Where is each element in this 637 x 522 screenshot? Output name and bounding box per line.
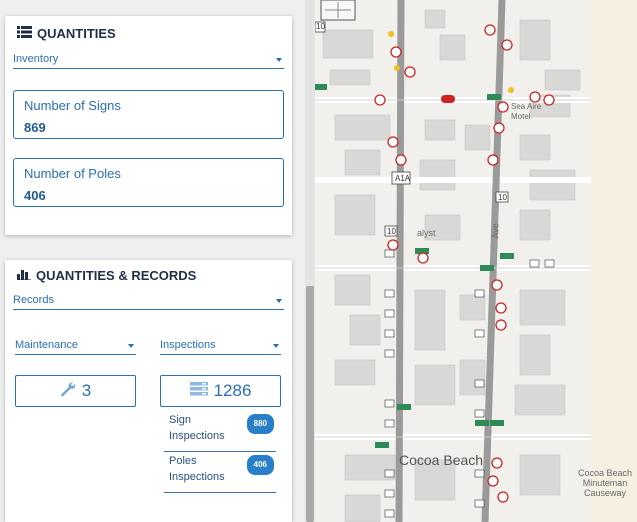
inventory-dropdown[interactable]: Inventory [13, 53, 284, 69]
maintenance-count: 3 [81, 381, 92, 400]
server-list-icon [189, 381, 208, 401]
poles-inspections-badge: 406 [246, 455, 274, 475]
poles-label: Number of Poles [24, 166, 121, 181]
quantities-card: QUANTITIES Inventory Number of Signs 869… [5, 16, 292, 235]
bar-chart-icon [17, 268, 31, 283]
signs-value: 869 [24, 120, 46, 135]
map-view[interactable]: 10 A1A 10 10 Sea Aire Motel alyst Ave Co… [315, 0, 637, 522]
panel-scrollbar-thumb[interactable] [306, 286, 314, 522]
number-of-signs-box: Number of Signs 869 [13, 90, 284, 139]
main-roads [395, 0, 506, 522]
list-icon [17, 26, 32, 41]
poles-inspections-row[interactable]: Poles Inspections 406 [164, 453, 276, 493]
causeway-label-3: Causeway [583, 488, 627, 498]
road-shield-10-a: 10 [316, 22, 325, 31]
records-dropdown[interactable]: Records [13, 294, 284, 310]
left-panel: QUANTITIES Inventory Number of Signs 869… [0, 0, 305, 522]
maintenance-dropdown-label: Maintenance [15, 339, 78, 351]
records-dropdown-label: Records [13, 294, 54, 306]
motel-label-1: Sea Aire [511, 102, 542, 111]
records-card: QUANTITIES & RECORDS Records Maintenance… [5, 260, 292, 522]
chevron-down-icon [128, 344, 134, 348]
motel-label-2: Motel [511, 112, 531, 121]
quantities-header: QUANTITIES [17, 26, 116, 41]
chevron-down-icon [273, 344, 279, 348]
causeway-label: Cocoa Beach Minuteman Causeway [573, 468, 637, 498]
inventory-dropdown-label: Inventory [13, 53, 59, 65]
poles-value: 406 [24, 188, 46, 203]
inspections-count-button[interactable]: 1286 [160, 375, 281, 407]
wrench-icon [60, 381, 76, 402]
inspections-dropdown-label: Inspections [160, 339, 216, 351]
beach-area [591, 0, 637, 522]
sign-inspections-badge: 880 [246, 414, 274, 434]
road-shield-10-b: 10 [387, 227, 396, 236]
number-of-poles-box: Number of Poles 406 [13, 158, 284, 207]
quantities-title: QUANTITIES [37, 26, 116, 41]
causeway-label-2: Minuteman [582, 478, 628, 488]
signs-label: Number of Signs [24, 98, 121, 113]
city-label: Cocoa Beach [399, 452, 484, 468]
street-ave-label: Ave [490, 223, 501, 239]
maintenance-dropdown[interactable]: Maintenance [15, 339, 136, 355]
road-shield-a1a: A1A [395, 174, 411, 183]
road-shield-10-c: 10 [498, 193, 507, 202]
inspections-dropdown[interactable]: Inspections [160, 339, 281, 355]
records-header: QUANTITIES & RECORDS [17, 268, 196, 283]
causeway-label-1: Cocoa Beach [577, 468, 633, 478]
maintenance-count-button[interactable]: 3 [15, 375, 136, 407]
records-title: QUANTITIES & RECORDS [36, 268, 197, 283]
map-canvas [315, 0, 637, 522]
chevron-down-icon [276, 299, 282, 303]
sign-inspections-row[interactable]: Sign Inspections 880 [164, 412, 276, 452]
chevron-down-icon [276, 58, 282, 62]
inspections-count: 1286 [213, 381, 252, 400]
motel-label: Sea Aire Motel [511, 102, 541, 122]
catalyst-label: alyst [417, 228, 436, 238]
